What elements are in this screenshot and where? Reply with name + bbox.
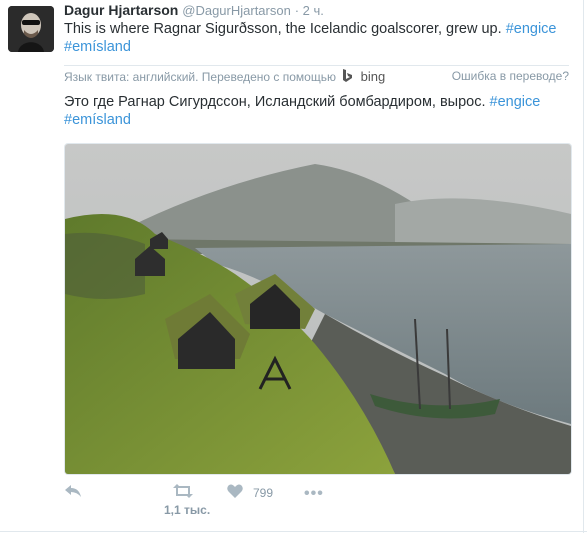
translation-bar: Язык твита: английский. Переведено с пом… [64,65,569,86]
translated-hashtag-engice[interactable]: #engice [490,94,541,110]
avatar-image [8,6,54,52]
retweet-count: 1,1 тыс. [164,503,211,517]
tweet-photo[interactable] [64,143,572,475]
retweet-button[interactable] [172,484,194,501]
translated-text-main: Это где Рагнар Сигурдссон, Исландский бо… [64,94,486,110]
landscape-photo [65,144,571,474]
page-right-border [583,0,584,533]
tweet-time[interactable]: · 2 ч. [295,3,324,18]
translated-hashtag-emisland[interactable]: #emísland [64,112,131,128]
translation-label-wrap: Язык твита: английский. Переведено с пом… [64,69,385,84]
reply-button[interactable] [64,484,82,501]
author-handle[interactable]: @DagurHjartarson [182,3,291,18]
author-name[interactable]: Dagur Hjartarson [64,2,178,18]
translation-label: Язык твита: английский. Переведено с пом… [64,70,336,84]
more-options-button[interactable]: ••• [304,485,324,503]
tweet-text: This is where Ragnar Sigurðsson, the Ice… [64,20,564,56]
translation-error-link[interactable]: Ошибка в переводе? [452,69,569,83]
tweet-text-main: This is where Ragnar Sigurðsson, the Ice… [64,21,502,37]
hashtag-engice[interactable]: #engice [506,21,557,37]
avatar[interactable] [8,6,54,52]
bing-icon [343,69,353,82]
hashtag-emisland[interactable]: #emísland [64,39,131,55]
like-count: 799 [253,486,274,500]
like-button[interactable] [227,484,243,501]
tweet-bottom-divider [0,531,587,532]
tweet-header: Dagur Hjartarson @DagurHjartarson · 2 ч. [64,2,324,18]
tweet-actions: 1,1 тыс. 799 ••• [64,482,569,522]
heart-icon [227,484,243,498]
retweet-icon [173,484,193,498]
translated-text: Это где Рагнар Сигурдссон, Исландский бо… [64,93,564,129]
reply-icon [65,485,81,497]
bing-label: bing [360,69,386,84]
